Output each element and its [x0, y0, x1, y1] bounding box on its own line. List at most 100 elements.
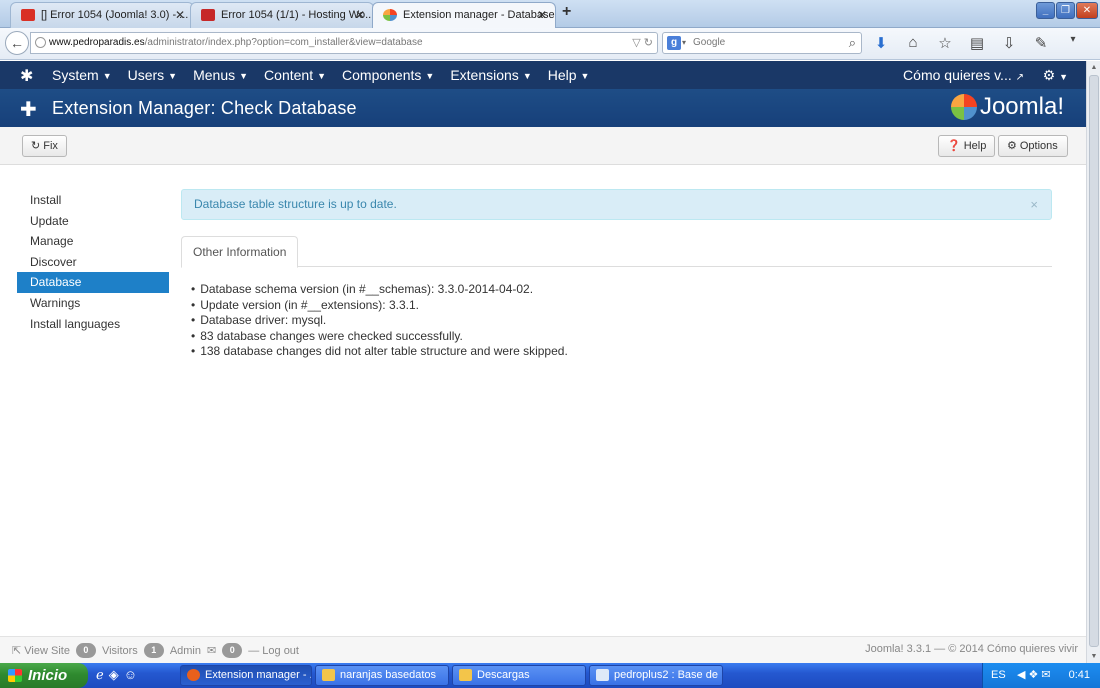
close-window-icon[interactable]: ✕	[1076, 2, 1098, 19]
question-circle-icon: ❓	[947, 140, 961, 152]
site-link[interactable]: Cómo quieres v... ↗	[903, 61, 1024, 92]
windows-flag-icon	[8, 669, 22, 682]
options-button[interactable]: ⚙ Options	[998, 135, 1068, 157]
browser-tab-gmail[interactable]: [] Error 1054 (Joomla! 3.0) - ... ✕	[10, 2, 194, 28]
document-icon	[596, 669, 609, 681]
magnifier-icon[interactable]: ⌕	[849, 33, 856, 53]
envelope-icon[interactable]: ✉	[207, 644, 216, 657]
status-left: ⇱ View Site 0 Visitors 1 Admin ✉ 0 — Log…	[12, 643, 299, 658]
content-tabs: Other Information	[181, 236, 1052, 268]
menu-users[interactable]: Users ▼	[128, 61, 185, 90]
desktop-icon[interactable]: ◈	[109, 667, 119, 683]
menu-system[interactable]: System ▼	[52, 61, 120, 90]
downloads-icon[interactable]: ⇩	[998, 34, 1020, 52]
url-path: /administrator/index.php?option=com_inst…	[144, 37, 423, 48]
scroll-thumb[interactable]	[1089, 75, 1099, 647]
windows-taskbar: Inicio ℯ ◈ ☺ Extension manager - ... nar…	[0, 663, 1100, 688]
joomla-mark-icon	[950, 94, 977, 120]
messenger-icon[interactable]: ☺	[124, 667, 137, 683]
close-tab-icon[interactable]: ✕	[175, 3, 185, 27]
minimize-icon[interactable]: _	[1036, 2, 1055, 19]
help-button[interactable]: ❓ Help	[938, 135, 996, 157]
fix-button[interactable]: ↻ Fix	[22, 135, 67, 157]
sidebar-item-update[interactable]: Update	[17, 211, 169, 232]
internet-explorer-icon[interactable]: ℯ	[96, 667, 104, 683]
sidebar-item-install[interactable]: Install	[17, 190, 169, 211]
page-header: ✚ Extension Manager: Check Database Joom…	[0, 89, 1086, 127]
url-bar[interactable]: www.pedroparadis.es/administrator/index.…	[30, 32, 658, 54]
system-tray: ES ◀ ❖ ✉ 0:41	[982, 663, 1100, 688]
page-scrollbar[interactable]: ▲ ▼	[1086, 61, 1100, 663]
reload-icon[interactable]: ▽ ↻	[632, 33, 653, 53]
visitors-label[interactable]: Visitors	[102, 645, 138, 657]
taskbar-item-document[interactable]: pedroplus2 : Base de ...	[589, 665, 723, 686]
logout-link[interactable]: — Log out	[248, 645, 299, 657]
search-placeholder: Google	[693, 37, 726, 48]
clock[interactable]: 0:41	[1069, 663, 1090, 688]
hamburger-menu-icon[interactable]: ≡	[1094, 34, 1100, 52]
language-indicator[interactable]: ES	[991, 663, 1006, 688]
search-input[interactable]: g ▾ Google ⌕	[662, 32, 862, 54]
menu-menus[interactable]: Menus ▼	[193, 61, 256, 90]
sidebar-item-warnings[interactable]: Warnings	[17, 293, 169, 314]
search-engine-icon[interactable]: g	[667, 36, 681, 50]
caret-down-icon: ▼	[102, 71, 112, 81]
bookmark-star-icon[interactable]: ☆	[934, 34, 956, 52]
chevron-down-icon[interactable]: ▾	[682, 33, 686, 53]
scroll-down-arrow-icon[interactable]: ▼	[1089, 653, 1099, 660]
view-site-link[interactable]: ⇱ View Site	[12, 644, 70, 657]
tray-icons[interactable]: ◀ ❖ ✉	[1017, 663, 1051, 688]
tab-other-information[interactable]: Other Information	[181, 236, 299, 268]
caret-down-icon: ▼	[580, 71, 590, 81]
chevron-down-icon[interactable]: ▾	[1062, 34, 1084, 52]
sidebar-item-manage[interactable]: Manage	[17, 231, 169, 252]
gear-icon: ⚙	[1007, 140, 1017, 152]
download-arrow-icon[interactable]: ⬇	[870, 34, 892, 52]
url-host: www.pedroparadis.es	[49, 37, 145, 48]
taskbar-item-firefox[interactable]: Extension manager - ...	[180, 665, 312, 686]
menu-help[interactable]: Help ▼	[548, 61, 598, 90]
browser-tab-strip: [] Error 1054 (Joomla! 3.0) - ... ✕ Erro…	[0, 0, 1100, 29]
sidebar-item-install-languages[interactable]: Install languages	[17, 314, 169, 335]
joomla-logo-icon[interactable]: ✱	[20, 66, 33, 86]
folder-icon	[322, 669, 335, 681]
user-gear-icon[interactable]: ⚙ ▼	[1043, 61, 1068, 91]
menu-components[interactable]: Components ▼	[342, 61, 442, 90]
puzzle-piece-icon: ✚	[20, 99, 37, 121]
footer-copyright: Joomla! 3.3.1 — © 2014 Cómo quieres vivi…	[865, 643, 1078, 655]
database-info-list: Database schema version (in #__schemas):…	[191, 282, 568, 360]
close-tab-icon[interactable]: ✕	[537, 3, 547, 27]
visitors-count-badge: 0	[75, 643, 96, 658]
taskbar-item-folder-descargas[interactable]: Descargas	[452, 665, 586, 686]
admin-label[interactable]: Admin	[170, 645, 201, 657]
external-link-icon: ↗	[1015, 72, 1024, 83]
admin-count-badge: 1	[143, 643, 164, 658]
clipboard-icon[interactable]: ▤	[966, 34, 988, 52]
admin-status-bar: ⇱ View Site 0 Visitors 1 Admin ✉ 0 — Log…	[0, 636, 1086, 663]
sidebar-nav: Install Update Manage Discover Database …	[17, 190, 169, 334]
sidebar-item-discover[interactable]: Discover	[17, 252, 169, 273]
menu-extensions[interactable]: Extensions ▼	[450, 61, 539, 90]
close-tab-icon[interactable]: ✕	[355, 3, 365, 27]
joomla-brand-logo: Joomla!	[950, 93, 1064, 121]
admin-menu: System ▼ Users ▼ Menus ▼ Content ▼ Component…	[52, 61, 605, 90]
close-alert-icon[interactable]: ×	[1030, 190, 1038, 219]
toolbar: ↻ Fix ❓ Help ⚙ Options	[0, 127, 1086, 165]
scroll-up-arrow-icon[interactable]: ▲	[1089, 64, 1099, 71]
back-button[interactable]: ←	[5, 31, 29, 55]
new-tab-button[interactable]: +	[562, 3, 571, 21]
joomla-favicon-icon	[383, 9, 397, 21]
menu-content[interactable]: Content ▼	[264, 61, 334, 90]
hosting-favicon-icon	[201, 9, 215, 21]
addon-icon[interactable]: ✎	[1030, 34, 1052, 52]
browser-tab-extension-manager[interactable]: Extension manager - Database ✕	[372, 2, 556, 29]
firefox-icon	[187, 669, 200, 681]
restore-icon[interactable]: ❐	[1056, 2, 1075, 19]
browser-tab-hosting[interactable]: Error 1054 (1/1) - Hosting Wo... ✕	[190, 2, 374, 28]
start-button[interactable]: Inicio	[0, 663, 88, 688]
alert-message: Database table structure is up to date.	[194, 197, 397, 211]
home-icon[interactable]: ⌂	[902, 34, 924, 52]
page-title: Extension Manager: Check Database	[52, 98, 357, 118]
sidebar-item-database[interactable]: Database	[17, 272, 169, 293]
taskbar-item-folder-naranjas[interactable]: naranjas basedatos	[315, 665, 449, 686]
